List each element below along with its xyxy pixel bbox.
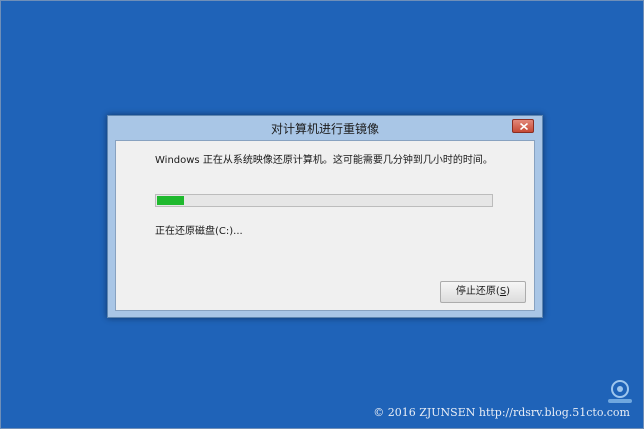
status-text: 正在还原磁盘(C:)...: [155, 226, 243, 237]
stop-button-label-prefix: 停止还原(: [455, 286, 500, 297]
progress-bar-fill: [157, 196, 184, 205]
stop-restore-button[interactable]: 停止还原(S): [440, 281, 526, 303]
copyright-watermark: © 2016 ZJUNSEN http://rdsrv.blog.51cto.c…: [373, 406, 630, 419]
site-logo-icon: [608, 380, 632, 403]
close-button[interactable]: [512, 119, 534, 133]
dialog-content: Windows 正在从系统映像还原计算机。这可能需要几分钟到几小时的时间。 正在…: [115, 140, 535, 311]
dialog-title: 对计算机进行重镜像: [270, 122, 379, 136]
stop-button-label-suffix: ): [506, 286, 511, 297]
reimage-dialog: 对计算机进行重镜像 Windows 正在从系统映像还原计算机。这可能需要几分钟到…: [107, 115, 543, 318]
title-bar[interactable]: 对计算机进行重镜像: [108, 116, 542, 140]
close-icon: [520, 123, 528, 130]
info-message: Windows 正在从系统映像还原计算机。这可能需要几分钟到几小时的时间。: [155, 155, 493, 166]
progress-bar: [155, 194, 493, 207]
